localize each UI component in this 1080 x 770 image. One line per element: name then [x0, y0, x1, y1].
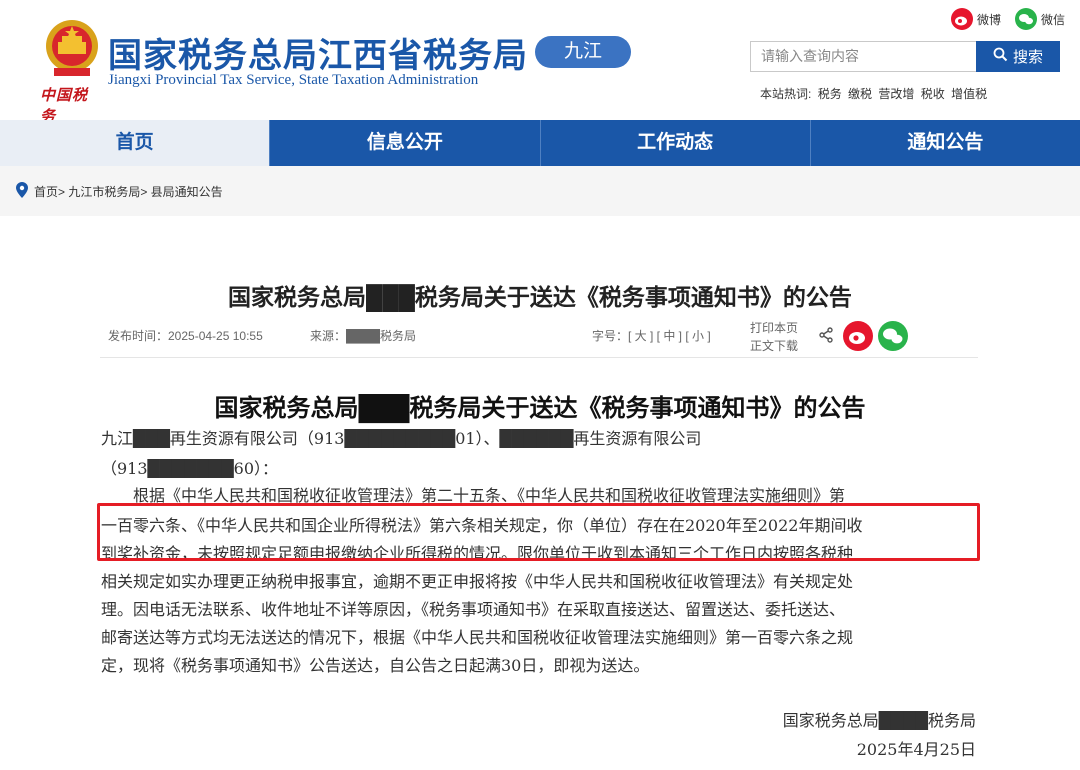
search-button[interactable]: 搜索	[976, 41, 1060, 72]
weibo-share-icon[interactable]	[843, 321, 873, 351]
print-actions: 打印本页 正文下载	[750, 319, 798, 355]
nav-info-disclosure[interactable]: 信息公开	[270, 120, 541, 166]
body-line: 邮寄送达等方式均无法送达的情况下，根据《中华人民共和国税收征收管理法实施细则》第…	[101, 628, 854, 647]
body-line: 定，现将《税务事项通知书》公告送达，自公告之日起满30日，即视为送达。	[101, 656, 650, 675]
breadcrumb-text[interactable]: 首页> 九江市税务局> 县局通知公告	[34, 183, 223, 200]
breadcrumb: 首页> 九江市税务局> 县局通知公告	[0, 166, 1080, 216]
hot-word[interactable]: 增值税	[951, 87, 987, 101]
search-button-label: 搜索	[1012, 49, 1043, 66]
hot-words-label: 本站热词:	[760, 87, 812, 101]
hot-word[interactable]: 税务	[818, 87, 842, 101]
location-pin-icon	[16, 181, 28, 201]
body-line: 相关规定如实办理更正纳税申报事宜，逾期不更正申报将按《中华人民共和国税收征收管理…	[101, 572, 854, 591]
search-icon	[993, 47, 1008, 66]
site-subtitle: Jiangxi Provincial Tax Service, State Ta…	[108, 72, 479, 88]
document-title: 国家税务总局███税务局关于送达《税务事项通知书》的公告	[214, 395, 866, 422]
site-header: 中国税务 国家税务总局江西省税务局 Jiangxi Provincial Tax…	[0, 0, 1080, 125]
weibo-icon	[951, 8, 973, 30]
main-nav: 首页 信息公开 工作动态 通知公告	[0, 120, 1080, 166]
wechat-label: 微信	[1041, 12, 1066, 27]
font-size-switch[interactable]: 字号：[ 大 ] [ 中 ] [ 小 ]	[592, 327, 711, 344]
national-emblem-icon	[40, 18, 104, 80]
wechat-link[interactable]: 微信	[1015, 8, 1065, 30]
hot-word[interactable]: 营改增	[878, 87, 914, 101]
search-input[interactable]: 请输入查询内容	[750, 41, 977, 72]
site-title[interactable]: 国家税务总局江西省税务局	[108, 28, 528, 77]
signing-authority: 国家税务总局████税务局	[782, 711, 976, 730]
share-icon[interactable]	[818, 327, 834, 348]
weibo-label: 微博	[977, 12, 1002, 27]
addressee-line: （913███████60）：	[101, 459, 279, 478]
source: 来源：████税务局	[310, 329, 417, 343]
body-line: 理。因电话无法联系、收件地址不详等原因，《税务事项通知书》在采取直接送达、留置送…	[101, 600, 846, 619]
hot-word[interactable]: 税收	[921, 87, 945, 101]
wechat-share-icon[interactable]	[878, 321, 908, 351]
hot-words: 本站热词: 税务 缴税 营改增 税收 增值税	[760, 85, 990, 102]
city-tag[interactable]: 九江	[535, 36, 631, 68]
weibo-link[interactable]: 微博	[951, 8, 1001, 30]
article-panel: 国家税务总局███税务局关于送达《税务事项通知书》的公告 发布时间：2025-0…	[0, 216, 1080, 770]
highlight-box	[97, 503, 980, 561]
wechat-icon	[1015, 8, 1037, 30]
nav-notices[interactable]: 通知公告	[811, 120, 1080, 166]
addressee-line: 九江███再生资源有限公司（913█████████01）、██████再生资源…	[101, 429, 702, 448]
divider	[100, 357, 978, 358]
page-title: 国家税务总局███税务局关于送达《税务事项通知书》的公告	[228, 284, 852, 310]
hot-word[interactable]: 缴税	[848, 87, 872, 101]
nav-home[interactable]: 首页	[0, 120, 271, 166]
download-link[interactable]: 正文下载	[750, 337, 798, 355]
signing-date: 2025年4月25日	[856, 740, 976, 759]
nav-work-news[interactable]: 工作动态	[541, 120, 811, 166]
print-link[interactable]: 打印本页	[750, 319, 798, 337]
publish-time: 发布时间：2025-04-25 10:55	[108, 329, 263, 343]
